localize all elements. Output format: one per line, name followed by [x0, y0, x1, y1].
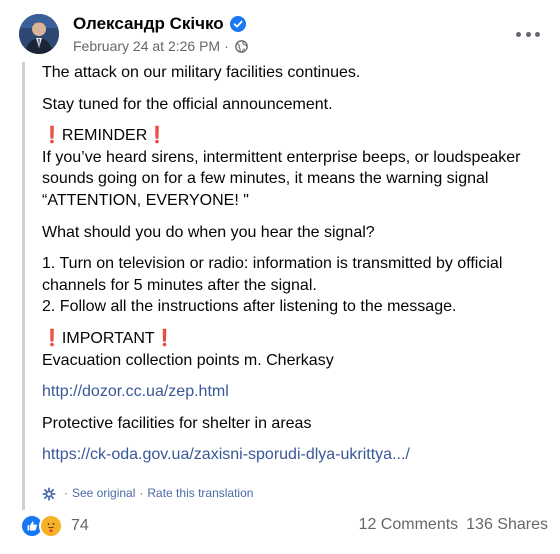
steps-block: 1. Turn on television or radio: informat…	[42, 253, 545, 318]
more-dot-icon	[516, 31, 521, 37]
author-name[interactable]: Олександр Скічко	[73, 14, 246, 34]
post-meta: February 24 at 2:26 PM ·	[73, 38, 248, 54]
dozor-link[interactable]: http://dozor.cc.ua/zep.html	[42, 383, 229, 400]
important-title: IMPORTANT	[61, 329, 155, 347]
avatar-image	[19, 14, 59, 54]
comments-count[interactable]: 12 Comments	[359, 516, 459, 534]
reactions-summary[interactable]: 74	[20, 514, 89, 538]
step-item: 2. Follow all the instructions after lis…	[42, 298, 457, 316]
link-paragraph: http://dozor.cc.ua/zep.html	[42, 381, 545, 403]
post-paragraph: Protective facilities for shelter in are…	[42, 414, 312, 432]
reminder-text: If you’ve heard sirens, intermittent ent…	[42, 148, 521, 209]
post-footer: 74 12 Comments 136 Shares	[20, 514, 548, 544]
reaction-count: 74	[71, 517, 89, 534]
post-body: The attack on our military facilities co…	[22, 62, 545, 510]
translation-bar: · See original · Rate this translation	[42, 483, 253, 505]
evacuation-text: Evacuation collection points m. Cherkasy	[42, 351, 334, 369]
exclamation-icon: ❗	[42, 329, 62, 347]
translation-separator: ·	[64, 486, 68, 500]
important-block: ❗IMPORTANT❗ Evacuation collection points…	[42, 328, 545, 371]
more-dot-icon	[525, 31, 531, 37]
see-original-link[interactable]: See original	[72, 483, 135, 505]
gear-icon	[42, 487, 56, 501]
post-paragraph: What should you do when you hear the sig…	[42, 223, 375, 241]
shares-count[interactable]: 136 Shares	[466, 516, 548, 534]
link-paragraph: https://ck-oda.gov.ua/zaxisni-sporudi-dl…	[42, 444, 545, 466]
translation-separator: ·	[139, 486, 144, 500]
care-reaction-icon	[39, 514, 63, 538]
exclamation-icon: ❗	[42, 127, 62, 145]
rate-translation-link[interactable]: Rate this translation	[147, 483, 253, 505]
author-avatar[interactable]	[19, 14, 59, 54]
exclamation-icon: ❗	[154, 329, 175, 347]
globe-icon	[234, 39, 248, 53]
more-dot-icon	[535, 31, 540, 37]
engagement-counts: 12 Comments 136 Shares	[351, 516, 548, 534]
step-item: 1. Turn on television or radio: informat…	[42, 255, 503, 294]
author-name-text[interactable]: Олександр Скічко	[73, 14, 224, 34]
post-header: Олександр Скічко February 24 at 2:26 PM …	[19, 14, 560, 56]
post-paragraph: The attack on our military facilities co…	[42, 64, 361, 81]
verified-badge-icon	[229, 16, 246, 32]
reminder-block: ❗REMINDER❗ If you’ve heard sirens, inter…	[42, 125, 545, 211]
more-options-button[interactable]	[516, 24, 540, 44]
meta-separator: ·	[224, 38, 229, 54]
reminder-title: REMINDER	[61, 127, 148, 145]
post-timestamp[interactable]: February 24 at 2:26 PM	[73, 38, 220, 54]
post-paragraph: Stay tuned for the official announcement…	[42, 95, 333, 113]
oda-link[interactable]: https://ck-oda.gov.ua/zaxisni-sporudi-dl…	[42, 446, 410, 463]
exclamation-icon: ❗	[147, 127, 168, 145]
facebook-post: Олександр Скічко February 24 at 2:26 PM …	[0, 0, 560, 554]
